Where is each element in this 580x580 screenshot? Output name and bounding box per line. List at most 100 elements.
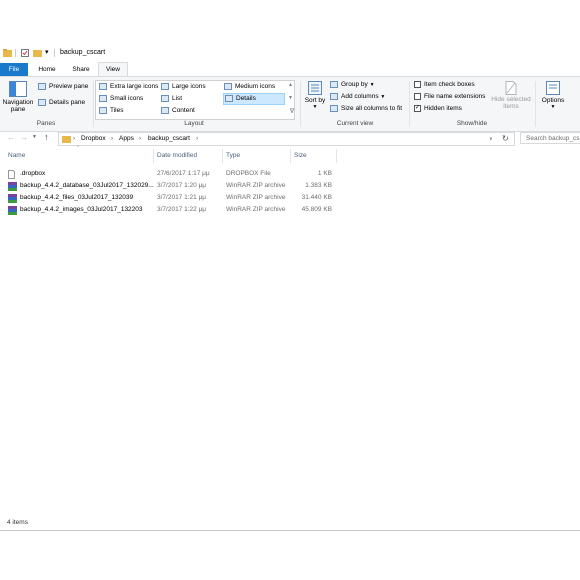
options-button[interactable]: Options ▼ — [538, 81, 568, 110]
ribbon-tabs: File Home Share View — [0, 62, 580, 77]
gallery-expand-icon[interactable]: ∇ — [290, 108, 294, 115]
extra-large-icons-option[interactable]: Extra large icons — [99, 83, 158, 90]
preview-pane-icon — [38, 83, 46, 90]
address-bar[interactable]: › Dropbox › Apps › backup_cscart › ∨ ↻ — [58, 132, 515, 146]
table-row[interactable]: backup_4.4.2_images_03Jul2017_132203 3/7… — [0, 204, 340, 216]
list-option[interactable]: List — [161, 95, 182, 102]
item-check-boxes-toggle[interactable]: Item check boxes — [414, 81, 475, 88]
column-header-date[interactable]: Date modified — [157, 152, 197, 159]
group-label-layout: Layout — [184, 120, 204, 127]
back-arrow-icon[interactable]: ← — [7, 133, 15, 142]
file-size: 1.383 KB — [305, 182, 332, 189]
qat-divider — [54, 49, 55, 57]
table-row[interactable]: backup_4.4.2_files_03Jul2017_132039 3/7/… — [0, 192, 340, 204]
ribbon: Navigation pane Preview pane Details pan… — [0, 76, 580, 132]
breadcrumb-chevron-icon[interactable]: › — [73, 135, 75, 142]
breadcrumb-backup-cscart[interactable]: backup_cscart — [148, 135, 190, 142]
small-icons-icon — [99, 95, 107, 102]
group-by-button[interactable]: Group by ▼ — [330, 81, 375, 88]
content-option[interactable]: Content — [161, 107, 195, 114]
status-item-count: 4 items — [7, 519, 28, 526]
column-divider[interactable] — [222, 149, 223, 163]
file-date: 27/6/2017 1:17 μμ — [157, 170, 210, 177]
gallery-scroll-up-icon[interactable]: ▲ — [288, 82, 293, 88]
gallery-scroll-down-icon[interactable]: ▼ — [288, 95, 293, 101]
column-divider[interactable] — [153, 149, 154, 163]
recent-locations-icon[interactable]: ▼ — [32, 134, 37, 140]
group-label-panes: Panes — [36, 120, 56, 127]
add-columns-icon — [330, 93, 338, 100]
file-name-extensions-checkbox[interactable] — [414, 93, 421, 100]
sort-by-label: Sort by — [304, 97, 326, 104]
folder-app-icon — [3, 49, 12, 57]
large-icons-icon — [161, 83, 169, 90]
tab-home[interactable]: Home — [32, 63, 62, 76]
file-date: 3/7/2017 1:21 μμ — [157, 194, 207, 201]
address-history-dropdown-icon[interactable]: ∨ — [489, 136, 493, 142]
group-label-current-view: Current view — [336, 120, 374, 127]
tab-share[interactable]: Share — [66, 63, 96, 76]
size-all-columns-button[interactable]: Size all columns to fit — [330, 105, 402, 112]
forward-arrow-icon[interactable]: → — [20, 133, 28, 142]
file-type: WinRAR ZIP archive — [226, 182, 286, 189]
tiles-option[interactable]: Tiles — [99, 107, 123, 114]
options-label: Options — [541, 97, 565, 104]
file-name: backup_4.4.2_images_03Jul2017_132203 — [20, 206, 143, 213]
item-check-boxes-checkbox[interactable] — [414, 81, 421, 88]
file-name: backup_4.4.2_database_03Jul2017_132029..… — [20, 182, 154, 189]
column-header-name[interactable]: Name — [8, 152, 25, 159]
ribbon-separator — [93, 81, 94, 127]
small-icons-option[interactable]: Small icons — [99, 95, 143, 102]
file-name-extensions-toggle[interactable]: File name extensions — [414, 93, 485, 100]
group-by-dropdown-icon: ▼ — [369, 82, 375, 89]
hide-selected-items-button[interactable]: Hide selected items — [490, 81, 532, 110]
group-label-show-hide: Show/hide — [456, 120, 488, 127]
details-pane-button[interactable]: Details pane — [38, 99, 85, 106]
tab-view[interactable]: View — [98, 62, 128, 77]
details-option[interactable]: Details — [223, 93, 285, 105]
column-header-type[interactable]: Type — [226, 152, 240, 159]
refresh-icon[interactable]: ↻ — [502, 134, 509, 143]
breadcrumb-apps[interactable]: Apps — [119, 135, 134, 142]
ribbon-separator — [535, 81, 536, 127]
breadcrumb-chevron-icon[interactable]: › — [196, 135, 198, 142]
table-row[interactable]: .dropbox 27/6/2017 1:17 μμ DROPBOX File … — [0, 168, 340, 180]
file-name: backup_4.4.2_files_03Jul2017_132039 — [20, 194, 134, 201]
column-header-size[interactable]: Size — [294, 152, 307, 159]
navigation-bar: ← → ▼ ↑ › Dropbox › Apps › backup_cscart… — [0, 132, 580, 146]
file-size: 1 KB — [317, 170, 332, 177]
up-arrow-icon[interactable]: ↑ — [44, 132, 49, 142]
options-dropdown-icon: ▼ — [550, 104, 556, 110]
file-name: .dropbox — [20, 170, 46, 177]
list-icon — [161, 95, 169, 102]
navigation-pane-label: Navigation pane — [2, 99, 34, 113]
window-title: backup_cscart — [60, 49, 106, 56]
new-folder-icon[interactable] — [33, 49, 42, 57]
search-input[interactable]: Search backup_cs — [520, 132, 580, 144]
preview-pane-button[interactable]: Preview pane — [38, 83, 88, 90]
large-icons-option[interactable]: Large icons — [161, 83, 206, 90]
properties-icon[interactable] — [21, 49, 29, 57]
breadcrumb-chevron-icon[interactable]: › — [111, 135, 113, 142]
tab-file[interactable]: File — [0, 63, 28, 76]
hidden-items-toggle[interactable]: ✓ Hidden items — [414, 105, 462, 112]
medium-icons-option[interactable]: Medium icons — [224, 83, 275, 90]
qat-dropdown-icon[interactable]: ▾ — [45, 48, 49, 56]
explorer-window: ▾ backup_cscart File Home Share View Nav… — [0, 44, 580, 534]
navigation-pane-button[interactable]: Navigation pane — [2, 81, 34, 117]
breadcrumb-chevron-icon[interactable]: › — [139, 135, 141, 142]
column-divider[interactable] — [290, 149, 291, 163]
breadcrumb-dropbox[interactable]: Dropbox — [81, 135, 106, 142]
column-divider[interactable] — [336, 149, 337, 163]
title-bar: ▾ backup_cscart — [0, 44, 580, 62]
sort-by-button[interactable]: Sort by ▼ — [304, 81, 326, 117]
file-date: 3/7/2017 1:22 μμ — [157, 206, 207, 213]
file-date: 3/7/2017 1:20 μμ — [157, 182, 207, 189]
hidden-items-checkbox[interactable]: ✓ — [414, 105, 421, 112]
table-row[interactable]: backup_4.4.2_database_03Jul2017_132029..… — [0, 180, 340, 192]
add-columns-button[interactable]: Add columns ▼ — [330, 93, 385, 100]
file-type: DROPBOX File — [226, 170, 271, 177]
content-icon — [161, 107, 169, 114]
winrar-icon — [8, 206, 17, 217]
file-type: WinRAR ZIP archive — [226, 206, 286, 213]
